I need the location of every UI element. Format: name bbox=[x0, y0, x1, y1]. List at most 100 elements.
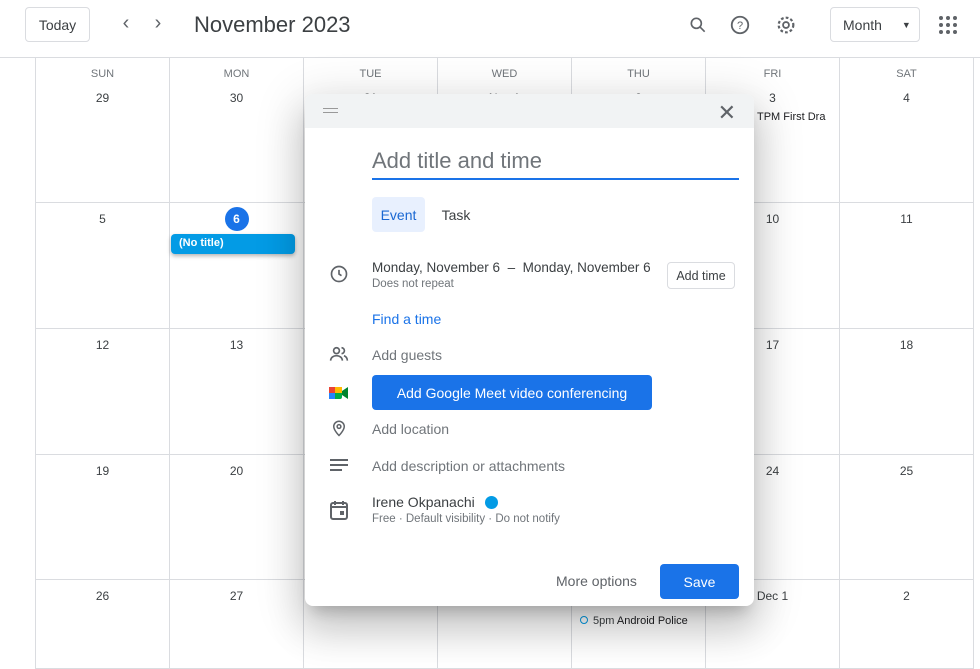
previous-month-button[interactable]: ‹ bbox=[114, 12, 138, 35]
weekday-label: WED bbox=[491, 68, 518, 80]
day-cell[interactable]: 27 bbox=[169, 580, 304, 669]
day-number[interactable]: 6 bbox=[170, 207, 303, 231]
day-number[interactable]: 29 bbox=[36, 86, 169, 110]
day-number-text: 27 bbox=[229, 589, 244, 603]
day-number[interactable]: 4 bbox=[840, 86, 973, 110]
day-cell[interactable]: MON 30 bbox=[169, 58, 304, 203]
more-options-button[interactable]: More options bbox=[556, 573, 637, 589]
next-month-button[interactable]: › bbox=[146, 12, 170, 35]
day-cell[interactable]: 11 bbox=[839, 203, 974, 329]
today-button[interactable]: Today bbox=[25, 7, 90, 42]
calendar-selector[interactable]: Irene Okpanachi bbox=[372, 494, 498, 510]
dialog-drag-handle[interactable]: ✕ bbox=[305, 94, 754, 128]
day-number[interactable]: 25 bbox=[840, 459, 973, 483]
page-title: November 2023 bbox=[194, 12, 351, 37]
tab-task[interactable]: Task bbox=[432, 197, 480, 232]
drag-handle-icon bbox=[323, 108, 338, 113]
date-range[interactable]: Monday, November 6 – Monday, November 6 bbox=[372, 260, 651, 275]
top-bar: Today ‹ › November 2023 ? Month ▼ bbox=[0, 0, 980, 58]
add-time-button[interactable]: Add time bbox=[667, 262, 735, 289]
day-cell[interactable]: 12 bbox=[35, 329, 170, 455]
day-cell[interactable]: 6 bbox=[169, 203, 304, 329]
tab-event[interactable]: Event bbox=[372, 197, 425, 232]
day-number[interactable]: 18 bbox=[840, 333, 973, 357]
repeat-setting[interactable]: Does not repeat bbox=[372, 278, 454, 290]
day-number-text: 26 bbox=[95, 589, 110, 603]
day-cell[interactable]: 20 bbox=[169, 455, 304, 580]
description-icon bbox=[327, 453, 351, 477]
find-a-time-link[interactable]: Find a time bbox=[372, 311, 441, 327]
quick-event-dialog: ✕ Add title and time Event Task Monday, … bbox=[305, 94, 754, 606]
svg-text:?: ? bbox=[737, 20, 743, 32]
day-cell[interactable]: SUN 29 bbox=[35, 58, 170, 203]
event-dot-icon bbox=[580, 616, 588, 624]
weekday-label: THU bbox=[627, 68, 650, 80]
day-number[interactable]: 5 bbox=[36, 207, 169, 231]
weekday-label: MON bbox=[223, 68, 250, 80]
start-date[interactable]: Monday, November 6 bbox=[372, 260, 500, 275]
weekday-label: FRI bbox=[763, 68, 782, 80]
view-label: Month bbox=[843, 16, 882, 33]
day-number-text: 5 bbox=[99, 212, 106, 226]
add-guests-input[interactable]: Add guests bbox=[372, 347, 442, 363]
close-icon[interactable]: ✕ bbox=[718, 100, 736, 126]
day-number-text: 17 bbox=[765, 338, 780, 352]
day-number[interactable]: 13 bbox=[170, 333, 303, 357]
day-number-text: 30 bbox=[229, 91, 244, 105]
google-meet-icon bbox=[327, 381, 351, 405]
day-number[interactable]: 20 bbox=[170, 459, 303, 483]
add-google-meet-button[interactable]: Add Google Meet video conferencing bbox=[372, 375, 652, 410]
help-icon[interactable]: ? bbox=[727, 12, 753, 38]
weekday-label: SAT bbox=[896, 68, 917, 80]
calendar-icon bbox=[327, 498, 351, 522]
day-number-text: 29 bbox=[95, 91, 110, 105]
view-selector[interactable]: Month ▼ bbox=[830, 7, 920, 42]
save-button[interactable]: Save bbox=[660, 564, 739, 599]
date-dash: – bbox=[507, 260, 516, 275]
day-cell[interactable]: 13 bbox=[169, 329, 304, 455]
day-number-text: Dec 1 bbox=[756, 589, 789, 603]
day-number-text: 11 bbox=[900, 212, 913, 226]
apps-grid-icon[interactable] bbox=[935, 12, 961, 38]
event-time: 5pm bbox=[593, 615, 615, 627]
calendar-color-dot bbox=[484, 496, 498, 509]
day-cell[interactable]: 25 bbox=[839, 455, 974, 580]
day-number-text: 10 bbox=[765, 212, 780, 226]
day-cell[interactable]: SAT 4 bbox=[839, 58, 974, 203]
day-number[interactable]: 27 bbox=[170, 584, 303, 608]
day-number[interactable]: 19 bbox=[36, 459, 169, 483]
day-cell[interactable]: 26 bbox=[35, 580, 170, 669]
day-cell[interactable]: 2 bbox=[839, 580, 974, 669]
day-number[interactable]: 2 bbox=[840, 584, 973, 608]
day-number[interactable]: 30 bbox=[170, 86, 303, 110]
day-cell[interactable]: 5 bbox=[35, 203, 170, 329]
add-description-input[interactable]: Add description or attachments bbox=[372, 458, 565, 474]
today-marker: 6 bbox=[224, 207, 249, 231]
day-cell[interactable]: 18 bbox=[839, 329, 974, 455]
settings-gear-icon[interactable] bbox=[773, 12, 799, 38]
day-number[interactable]: 26 bbox=[36, 584, 169, 608]
clock-icon bbox=[327, 262, 351, 286]
day-number-text: 3 bbox=[769, 91, 776, 105]
day-number-text: 24 bbox=[765, 464, 780, 478]
event-no-title[interactable]: (No title) bbox=[171, 234, 295, 254]
owner-details[interactable]: Free · Default visibility · Do not notif… bbox=[372, 513, 560, 525]
title-input[interactable]: Add title and time bbox=[372, 148, 739, 180]
caret-down-icon: ▼ bbox=[901, 19, 911, 30]
event-tpm-first-draft[interactable]: TPM First Dra bbox=[757, 111, 837, 123]
weekday-label: SUN bbox=[90, 68, 115, 80]
event-android-police[interactable]: 5pm Android Police bbox=[580, 615, 700, 627]
day-number[interactable]: 11 bbox=[840, 207, 973, 231]
day-number-text: 19 bbox=[95, 464, 110, 478]
location-pin-icon bbox=[327, 416, 351, 440]
day-number-text: 25 bbox=[899, 464, 914, 478]
end-date[interactable]: Monday, November 6 bbox=[523, 260, 651, 275]
search-icon[interactable] bbox=[685, 12, 711, 38]
day-number[interactable]: 12 bbox=[36, 333, 169, 357]
day-number-text: 12 bbox=[95, 338, 110, 352]
add-location-input[interactable]: Add location bbox=[372, 421, 449, 437]
day-number-text: 13 bbox=[229, 338, 244, 352]
day-cell[interactable]: 19 bbox=[35, 455, 170, 580]
day-number-text: 2 bbox=[903, 589, 910, 603]
day-number-text: 20 bbox=[229, 464, 244, 478]
